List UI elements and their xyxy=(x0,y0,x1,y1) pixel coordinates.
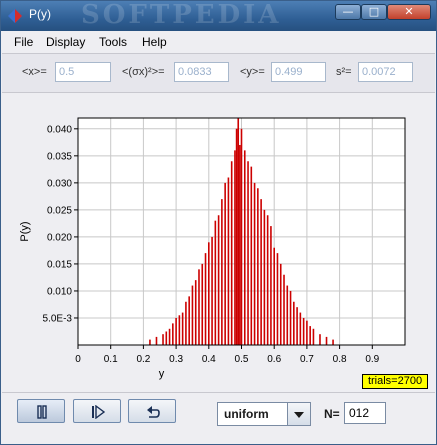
pause-icon xyxy=(37,405,47,419)
variance-s-field[interactable]: 0.0072 xyxy=(358,62,413,82)
window-title: P(y) xyxy=(29,7,51,21)
mean-x-field[interactable]: 0.5 xyxy=(55,62,111,82)
y-tick-label: 0.015 xyxy=(47,259,72,270)
y-tick-label: 0.010 xyxy=(47,286,72,297)
variance-x-label: <(σx)²>= xyxy=(122,66,165,78)
x-tick-label: 0.2 xyxy=(136,354,150,365)
step-icon xyxy=(92,405,105,419)
step-button[interactable] xyxy=(73,399,121,423)
x-tick-label: 0 xyxy=(75,354,81,365)
x-tick-label: 0.1 xyxy=(104,354,118,365)
menu-display[interactable]: Display xyxy=(46,35,85,49)
n-label: N= xyxy=(324,407,340,421)
pause-button[interactable] xyxy=(17,399,65,423)
y-axis-label: P(y) xyxy=(19,221,31,241)
watermark: SOFTPEDIA xyxy=(81,0,282,30)
mean-y-field[interactable]: 0.499 xyxy=(271,62,326,82)
y-tick-label: 0.040 xyxy=(47,124,72,135)
close-button[interactable]: ✕ xyxy=(387,4,431,20)
y-tick-label: 0.035 xyxy=(47,151,72,162)
y-tick-label: 0.025 xyxy=(47,205,72,216)
x-tick-label: 0.7 xyxy=(300,354,314,365)
reset-icon xyxy=(147,406,160,418)
x-tick-label: 0.6 xyxy=(267,354,281,365)
x-axis-label: y xyxy=(159,368,165,380)
x-tick-label: 0.3 xyxy=(169,354,183,365)
plot-area: 0 0.1 0.2 0.3 0.4 0.5 0.6 0.7 0.8 0.9 5.0E-3 0.010 0… xyxy=(2,93,435,391)
stats-panel: <x>= 0.5 <(σx)²>= 0.0833 <y>= 0.499 s²= … xyxy=(2,54,435,93)
histogram-chart: 0 0.1 0.2 0.3 0.4 0.5 0.6 0.7 0.8 0.9 5.0E-3 0.010 0… xyxy=(19,117,406,380)
y-tick-label: 5.0E-3 xyxy=(43,313,73,324)
mean-x-label: <x>= xyxy=(22,66,47,78)
reset-button[interactable] xyxy=(128,399,176,423)
y-tick-label: 0.030 xyxy=(47,178,72,189)
minimize-button[interactable]: — xyxy=(335,4,361,20)
x-tick-label: 0.4 xyxy=(202,354,216,365)
n-field[interactable]: 012 xyxy=(344,402,386,424)
y-tick-label: 0.020 xyxy=(47,232,72,243)
app-icon xyxy=(8,9,22,23)
title-bar: P(y) SOFTPEDIA — □ ✕ xyxy=(1,0,436,31)
menu-tools[interactable]: Tools xyxy=(99,35,127,49)
chevron-down-icon[interactable] xyxy=(287,403,310,425)
variance-x-field[interactable]: 0.0833 xyxy=(174,62,229,82)
mean-y-label: <y>= xyxy=(240,66,265,78)
menu-file[interactable]: File xyxy=(14,35,33,49)
x-tick-label: 0.8 xyxy=(333,354,347,365)
x-tick-label: 0.9 xyxy=(365,354,379,365)
trials-counter: trials=2700 xyxy=(362,374,428,389)
menu-bar: File Display Tools Help xyxy=(2,31,435,54)
menu-help[interactable]: Help xyxy=(142,35,167,49)
x-tick-label: 0.5 xyxy=(235,354,249,365)
control-bar: uniform N= 012 xyxy=(2,392,435,444)
app-window: P(y) SOFTPEDIA — □ ✕ File Display Tools … xyxy=(0,0,437,445)
maximize-button[interactable]: □ xyxy=(361,4,387,20)
distribution-select[interactable]: uniform xyxy=(217,402,311,426)
variance-s-label: s²= xyxy=(336,66,352,78)
distribution-value: uniform xyxy=(224,407,269,421)
